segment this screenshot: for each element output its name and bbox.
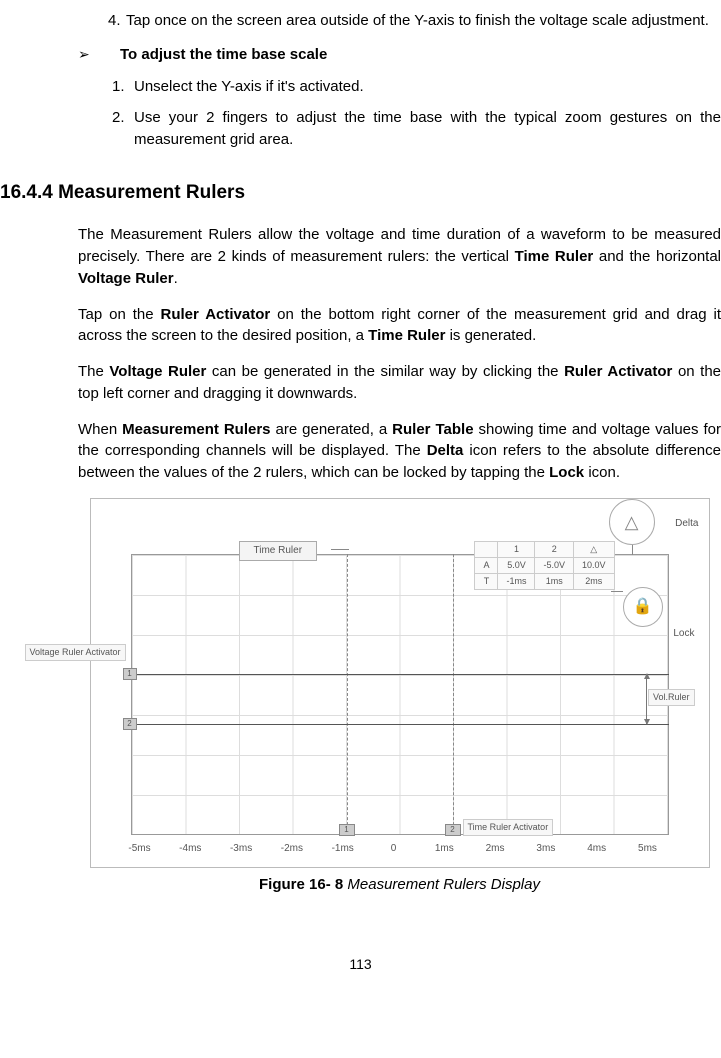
section-heading: 16.4.4 Measurement Rulers	[0, 179, 721, 207]
tick: 2ms	[480, 842, 510, 857]
text: is generated.	[445, 327, 536, 344]
caption-bold: Figure 16- 8	[259, 876, 343, 893]
bold-text: Lock	[549, 464, 584, 481]
bold-text: Voltage Ruler	[109, 363, 206, 380]
td: T	[475, 573, 498, 589]
td: A	[475, 557, 498, 573]
sub-heading-text: To adjust the time base scale	[120, 44, 327, 66]
tick: -2ms	[277, 842, 307, 857]
callout-line	[331, 549, 349, 550]
figure-caption: Figure 16- 8 Measurement Rulers Display	[78, 874, 721, 896]
text: When	[78, 421, 122, 438]
th: 1	[498, 541, 535, 557]
tick: -4ms	[175, 842, 205, 857]
grid-area	[131, 554, 669, 835]
list-number: 2.	[112, 107, 134, 151]
time-ruler-label: Time Ruler	[239, 541, 318, 562]
bold-text: Time Ruler	[368, 327, 445, 344]
td: -5.0V	[535, 557, 574, 573]
time-ruler-1	[347, 554, 348, 835]
callout-line	[611, 591, 623, 592]
th: △	[573, 541, 614, 557]
time-ruler-handle-2: 2	[445, 824, 461, 836]
paragraph-2: Tap on the Ruler Activator on the bottom…	[78, 304, 721, 348]
bold-text: Delta	[427, 442, 464, 459]
text: are generated, a	[271, 421, 393, 438]
bold-text: Ruler Activator	[160, 306, 270, 323]
voltage-ruler-handle-2: 2	[123, 718, 137, 730]
text: icon.	[584, 464, 620, 481]
lock-icon: 🔒	[623, 587, 663, 627]
ordered-list2-item-2: 2. Use your 2 fingers to adjust the time…	[78, 107, 721, 151]
list-number: 4.	[78, 10, 126, 32]
bold-text: Time Ruler	[515, 248, 594, 265]
voltage-ruler-handle-1: 1	[123, 668, 137, 680]
bold-text: Ruler Table	[392, 421, 473, 438]
paragraph-4: When Measurement Rulers are generated, a…	[78, 419, 721, 484]
bold-text: Voltage Ruler	[78, 270, 174, 287]
time-ruler-activator-label: Time Ruler Activator	[463, 819, 554, 836]
td: 1ms	[535, 573, 574, 589]
caption-italic: Measurement Rulers Display	[343, 876, 540, 893]
delta-label: Delta	[675, 517, 698, 532]
tick: 4ms	[582, 842, 612, 857]
td: 10.0V	[573, 557, 614, 573]
tick: 0	[378, 842, 408, 857]
paragraph-1: The Measurement Rulers allow the voltage…	[78, 224, 721, 289]
th: 2	[535, 541, 574, 557]
list-text: Unselect the Y-axis if it's activated.	[134, 76, 721, 98]
text: can be generated in the similar way by c…	[206, 363, 564, 380]
callout-line	[632, 545, 633, 555]
tick: -1ms	[328, 842, 358, 857]
bold-text: Measurement Rulers	[122, 421, 270, 438]
arrow-icon: ➢	[78, 44, 120, 64]
tick: 3ms	[531, 842, 561, 857]
list-text: Use your 2 fingers to adjust the time ba…	[134, 107, 721, 151]
x-axis-labels: -5ms -4ms -3ms -2ms -1ms 0 1ms 2ms 3ms 4…	[131, 842, 669, 857]
td: 2ms	[573, 573, 614, 589]
td: -1ms	[498, 573, 535, 589]
text: .	[174, 270, 178, 287]
tick: -5ms	[125, 842, 155, 857]
tick: 5ms	[632, 842, 662, 857]
ordered-list2-item-1: 1. Unselect the Y-axis if it's activated…	[78, 76, 721, 98]
time-ruler-handle-1: 1	[339, 824, 355, 836]
tick: 1ms	[429, 842, 459, 857]
vol-ruler-label: Vol.Ruler	[648, 689, 695, 706]
text: and the horizontal	[593, 248, 721, 265]
figure-measurement-rulers: Time Ruler 1 2 1 2 12△ A5.0V-5.0V10.0V T…	[90, 498, 710, 868]
tick: -3ms	[226, 842, 256, 857]
voltage-ruler-1	[131, 674, 669, 675]
text: Tap on the	[78, 306, 160, 323]
list-text: Tap once on the screen area outside of t…	[126, 10, 721, 32]
delta-icon: △	[609, 499, 655, 545]
lock-label: Lock	[673, 627, 694, 642]
voltage-activator-label: Voltage Ruler Activator	[25, 644, 126, 661]
ruler-table: 12△ A5.0V-5.0V10.0V T-1ms1ms2ms	[474, 541, 614, 590]
vol-ruler-arrow	[646, 674, 647, 724]
time-ruler-2	[453, 554, 454, 835]
bold-text: Ruler Activator	[564, 363, 672, 380]
page-number: 113	[0, 954, 721, 974]
ordered-list-item-4: 4. Tap once on the screen area outside o…	[78, 10, 721, 32]
list-number: 1.	[112, 76, 134, 98]
text: The	[78, 363, 109, 380]
td: 5.0V	[498, 557, 535, 573]
voltage-ruler-2	[131, 724, 669, 725]
paragraph-3: The Voltage Ruler can be generated in th…	[78, 361, 721, 405]
sub-heading-time-base: ➢ To adjust the time base scale	[78, 44, 721, 66]
